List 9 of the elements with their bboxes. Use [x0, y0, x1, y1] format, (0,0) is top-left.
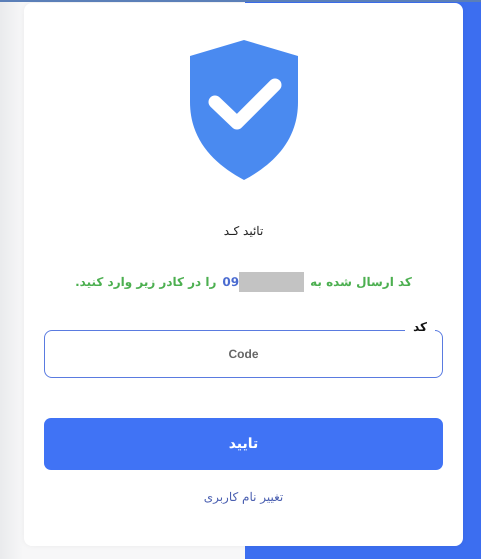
change-username-link[interactable]: تغییر نام کاربری — [204, 490, 284, 504]
shield-check-icon — [188, 40, 298, 180]
submit-button[interactable]: تایید — [44, 418, 443, 470]
message-text: را در کادر زیر وارد کنید. — [75, 275, 216, 289]
field-label: کد — [405, 320, 435, 334]
page-title: تائید کـد — [224, 224, 264, 238]
message-text: کد ارسال شده به — [310, 275, 412, 289]
code-field[interactable]: Code — [44, 330, 443, 378]
phone-number: 09 — [222, 275, 240, 289]
